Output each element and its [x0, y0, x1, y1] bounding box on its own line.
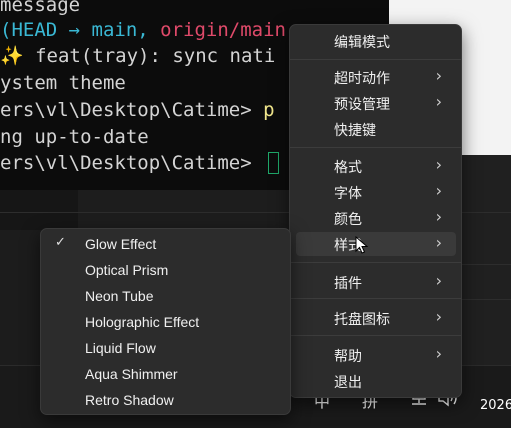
menu-item-label: 插件 — [334, 276, 362, 292]
chevron-right-icon: › — [435, 207, 442, 226]
submenu-item-liquid-flow[interactable]: Liquid Flow — [45, 337, 285, 361]
submenu-item-optical-prism[interactable]: Optical Prism — [45, 259, 285, 283]
terminal-cursor — [268, 152, 279, 174]
taskbar-clock[interactable]: 2026 — [480, 398, 511, 413]
menu-item-edit-mode[interactable]: 编辑模式 — [296, 29, 456, 53]
menu-item-plugins[interactable]: 插件 › — [296, 270, 456, 294]
submenu-item-glow-effect[interactable]: ✓ Glow Effect — [45, 233, 285, 257]
submenu-item-neon-tube[interactable]: Neon Tube — [45, 285, 285, 309]
terminal-line: ystem theme — [0, 72, 126, 94]
submenu-item-label: Aqua Shimmer — [85, 366, 178, 382]
terminal-line: (HEAD → main, origin/main, o — [0, 19, 320, 41]
terminal-line: ers\vl\Desktop\Catime> — [0, 152, 264, 174]
style-submenu: ✓ Glow Effect Optical Prism Neon Tube Hol… — [40, 228, 291, 415]
chevron-right-icon: › — [435, 307, 442, 326]
menu-item-font[interactable]: 字体 › — [296, 180, 456, 204]
terminal-line: message — [0, 0, 81, 16]
submenu-item-label: Holographic Effect — [85, 314, 200, 330]
chevron-right-icon: › — [435, 92, 442, 111]
menu-item-label: 帮助 — [334, 349, 362, 365]
menu-item-tray-icon[interactable]: 托盘图标 › — [296, 306, 456, 330]
menu-item-color[interactable]: 颜色 › — [296, 206, 456, 230]
terminal-line: ng up-to-date — [0, 126, 149, 148]
submenu-item-retro-shadow[interactable]: Retro Shadow — [45, 389, 285, 413]
menu-item-exit[interactable]: 退出 — [296, 369, 456, 393]
submenu-item-label: Glow Effect — [85, 236, 157, 252]
menu-item-style[interactable]: 样式 › — [296, 232, 456, 256]
menu-item-label: 编辑模式 — [334, 35, 390, 51]
menu-separator — [290, 147, 461, 148]
menu-item-label: 颜色 — [334, 212, 362, 228]
submenu-item-label: Optical Prism — [85, 262, 169, 278]
terminal-line: ✨ feat(tray): sync nati — [0, 45, 276, 67]
menu-item-label: 快捷键 — [334, 123, 376, 139]
menu-item-format[interactable]: 格式 › — [296, 154, 456, 178]
chevron-right-icon: › — [435, 155, 442, 174]
menu-item-help[interactable]: 帮助 › — [296, 343, 456, 367]
menu-separator — [290, 335, 461, 336]
submenu-item-label: Liquid Flow — [85, 340, 156, 356]
menu-item-preset-management[interactable]: 预设管理 › — [296, 91, 456, 115]
menu-item-label: 退出 — [334, 375, 362, 391]
menu-item-timeout-action[interactable]: 超时动作 › — [296, 65, 456, 89]
submenu-item-holographic-effect[interactable]: Holographic Effect — [45, 311, 285, 335]
menu-item-label: 超时动作 — [334, 71, 390, 87]
chevron-right-icon: › — [435, 181, 442, 200]
submenu-item-aqua-shimmer[interactable]: Aqua Shimmer — [45, 363, 285, 387]
menu-item-label: 格式 — [334, 160, 362, 176]
chevron-right-icon: › — [435, 233, 442, 252]
menu-item-label: 托盘图标 — [334, 312, 390, 328]
menu-item-label: 预设管理 — [334, 97, 390, 113]
background-panel — [0, 190, 78, 230]
checkmark-icon: ✓ — [55, 235, 66, 250]
menu-separator — [290, 262, 461, 263]
menu-separator — [290, 298, 461, 299]
chevron-right-icon: › — [435, 271, 442, 290]
tray-context-menu: 编辑模式 超时动作 › 预设管理 › 快捷键 格式 › 字体 › 颜色 › 样式 › 插件 ›… — [289, 24, 462, 398]
terminal-line: ers\vl\Desktop\Catime> p — [0, 99, 275, 121]
menu-item-hotkeys[interactable]: 快捷键 — [296, 117, 456, 141]
submenu-item-label: Neon Tube — [85, 288, 154, 304]
chevron-right-icon: › — [435, 66, 442, 85]
mouse-pointer-icon — [355, 236, 369, 254]
chevron-right-icon: › — [435, 344, 442, 363]
menu-separator — [290, 59, 461, 60]
menu-item-label: 字体 — [334, 186, 362, 202]
submenu-item-label: Retro Shadow — [85, 392, 174, 408]
